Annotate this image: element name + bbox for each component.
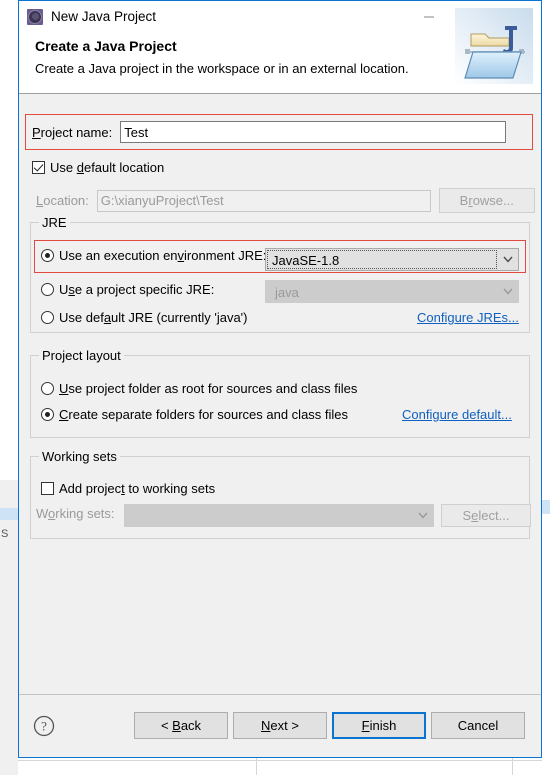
jre-project-specific-row[interactable]: Use a project specific JRE:: [41, 282, 214, 297]
working-sets-label: Working sets:: [36, 506, 115, 521]
background-right-panel: [542, 0, 550, 775]
help-question-icon[interactable]: ?: [33, 715, 55, 737]
layout-project-folder-radio[interactable]: [41, 382, 54, 395]
dialog-footer: ? < Back Next > Finish Cancel: [19, 694, 541, 757]
eclipse-java-icon: [27, 8, 43, 25]
use-default-location-label: Use default location: [50, 160, 165, 175]
layout-project-folder-row[interactable]: Use project folder as root for sources a…: [41, 381, 357, 396]
add-to-working-sets-checkbox[interactable]: [41, 482, 54, 495]
back-button[interactable]: < Back: [134, 712, 228, 739]
jre-project-specific-combo[interactable]: java: [265, 280, 519, 303]
project-name-row: Project name:: [32, 121, 507, 143]
use-default-location-row[interactable]: Use default location: [32, 160, 164, 175]
background-left-panel: [0, 480, 18, 775]
location-input[interactable]: [96, 189, 431, 212]
working-sets-group-title: Working sets: [39, 449, 120, 464]
jre-execution-env-combo-value: JavaSE-1.8: [267, 250, 497, 269]
add-to-working-sets-row[interactable]: Add project to working sets: [41, 481, 215, 496]
jre-execution-env-row[interactable]: Use an execution environment JRE:: [41, 248, 266, 263]
dialog-banner: Create a Java Project Create a Java proj…: [19, 8, 541, 94]
svg-text:?: ?: [41, 719, 47, 734]
add-to-working-sets-label: Add project to working sets: [59, 481, 216, 496]
layout-separate-folders-row[interactable]: Create separate folders for sources and …: [41, 407, 348, 422]
jre-default-label: Use default JRE (currently 'java'): [59, 310, 248, 325]
chevron-down-icon: [498, 281, 518, 302]
layout-separate-folders-radio[interactable]: [41, 408, 54, 421]
minimize-icon[interactable]: [406, 1, 451, 32]
background-left-selection: [0, 508, 18, 520]
finish-button[interactable]: Finish: [332, 712, 426, 739]
configure-jres-link[interactable]: Configure JREs...: [417, 310, 519, 325]
jre-project-specific-label: Use a project specific JRE:: [59, 282, 215, 297]
working-sets-row: Working sets:: [36, 506, 115, 521]
configure-default-link[interactable]: Configure default...: [402, 407, 512, 422]
jre-project-specific-combo-value: java: [271, 282, 498, 301]
jre-execution-env-combo[interactable]: JavaSE-1.8: [265, 248, 519, 271]
jre-execution-env-radio[interactable]: [41, 249, 54, 262]
jre-default-radio[interactable]: [41, 311, 54, 324]
dialog-title: New Java Project: [51, 9, 157, 24]
jre-group-title: JRE: [39, 215, 70, 230]
browse-button[interactable]: Browse...: [438, 188, 535, 213]
working-sets-combo-value: [130, 506, 413, 525]
background-left-label: S: [1, 528, 9, 540]
project-layout-group-title: Project layout: [39, 348, 124, 363]
layout-project-folder-label: Use project folder as root for sources a…: [59, 381, 358, 396]
new-java-project-dialog: New Java Project Create a Java Project C…: [18, 0, 542, 758]
layout-separate-folders-label: Create separate folders for sources and …: [59, 407, 349, 422]
location-label: Location:: [36, 193, 89, 208]
location-row: Location: Browse...: [36, 188, 535, 213]
use-default-location-checkbox[interactable]: [32, 161, 45, 174]
jre-default-row[interactable]: Use default JRE (currently 'java'): [41, 310, 248, 325]
background-right-selection: [542, 500, 550, 514]
background-grid-line: [0, 760, 550, 761]
dialog-content: Project name: Use default location Locat…: [19, 94, 541, 694]
select-working-sets-button[interactable]: Select...: [441, 504, 531, 527]
chevron-down-icon: [413, 505, 433, 526]
project-name-input[interactable]: [120, 121, 507, 143]
working-sets-combo[interactable]: [124, 504, 434, 527]
java-folder-icon: [455, 8, 533, 84]
project-name-label: Project name:: [32, 124, 113, 140]
cancel-button[interactable]: Cancel: [431, 712, 525, 739]
next-button[interactable]: Next >: [233, 712, 327, 739]
project-layout-group: Project layout: [30, 348, 530, 438]
footer-buttons: < Back Next > Finish Cancel: [134, 712, 525, 739]
jre-execution-env-label: Use an execution environment JRE:: [59, 248, 267, 263]
jre-project-specific-radio[interactable]: [41, 283, 54, 296]
chevron-down-icon[interactable]: [498, 249, 518, 270]
